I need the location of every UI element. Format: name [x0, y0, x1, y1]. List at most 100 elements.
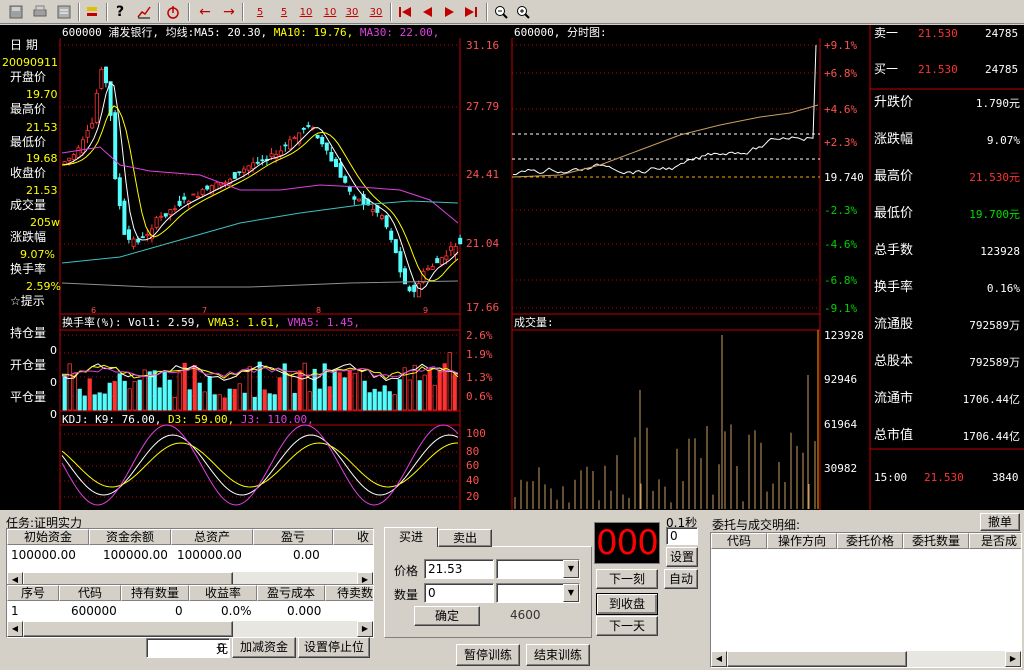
orders-header-1[interactable]: 操作方向: [767, 533, 837, 549]
power-icon[interactable]: [164, 3, 182, 21]
set-stop-button[interactable]: 设置停止位: [298, 637, 370, 658]
turnover-bar: [417, 380, 422, 411]
kdj-lines: [61, 424, 459, 506]
candle: [177, 200, 182, 206]
candle: [393, 239, 398, 254]
step-fwd-5-button[interactable]: 5: [274, 3, 294, 21]
holdings-header-2[interactable]: 持有数量: [121, 585, 189, 601]
turnover-bar: [267, 393, 272, 411]
orders-header-0[interactable]: 代码: [711, 533, 767, 549]
cancel-order-button[interactable]: 撤单: [980, 513, 1020, 531]
quote-row-label: 升跌价: [874, 95, 914, 110]
prev-icon[interactable]: [418, 3, 436, 21]
chevron-down-icon[interactable]: ▼: [563, 560, 579, 578]
turnover-bar: [352, 372, 357, 411]
scroll-left-icon[interactable]: ◀: [7, 621, 23, 637]
turnover-bar: [292, 392, 297, 411]
scroll-thumb[interactable]: [23, 621, 233, 637]
confirm-button[interactable]: 确定: [414, 606, 480, 626]
scroll-right-icon[interactable]: ▶: [357, 621, 373, 637]
scroll-left-icon[interactable]: ◀: [711, 651, 727, 667]
candle: [430, 266, 435, 270]
turnover-axis-0: 2.6%: [466, 329, 493, 342]
turnover-bar: [217, 394, 222, 411]
turnover-bar: [357, 369, 362, 411]
pos-hold-value: 0: [50, 344, 57, 357]
step-back-5-button[interactable]: 5: [250, 3, 270, 21]
candle: [320, 136, 325, 145]
scroll-right-icon[interactable]: ▶: [1005, 651, 1021, 667]
zoom-out-icon[interactable]: [492, 3, 510, 21]
account-header-3[interactable]: 盈亏: [253, 529, 333, 545]
to-close-button[interactable]: 到收盘: [596, 593, 658, 615]
pause-training-button[interactable]: 暂停训练: [456, 644, 520, 666]
toolbar: ? ← → 5 5 10 10 30 30: [0, 0, 1024, 24]
candle: [99, 69, 104, 89]
add-funds-button[interactable]: 加减资金: [232, 637, 296, 658]
interval-input[interactable]: 0: [666, 527, 698, 545]
arrow-left-icon[interactable]: ←: [196, 3, 214, 21]
first-icon[interactable]: [396, 3, 414, 21]
account-header-1[interactable]: 资金余额: [89, 529, 171, 545]
orders-header-4[interactable]: 是否成: [969, 533, 1021, 549]
last-icon[interactable]: [462, 3, 480, 21]
qty-input[interactable]: 0: [424, 583, 494, 603]
account-header-0[interactable]: 初始资金: [7, 529, 89, 545]
orders-header-3[interactable]: 委托数量: [903, 533, 969, 549]
arrow-right-icon[interactable]: →: [220, 3, 238, 21]
next-day-button[interactable]: 下一天: [596, 616, 658, 636]
holdings-scrollbar[interactable]: ◀ ▶: [7, 621, 373, 637]
candle: [379, 215, 384, 219]
turnover-bar: [312, 368, 317, 411]
pos-open-value: 0: [50, 376, 57, 389]
step-back-30-button[interactable]: 30: [342, 3, 362, 21]
price-input[interactable]: 21.53: [424, 559, 494, 579]
help-icon[interactable]: ?: [112, 3, 128, 21]
pos-hold-label: 持仓量: [10, 326, 47, 340]
holdings-header-1[interactable]: 代码: [59, 585, 121, 601]
candle: [384, 215, 389, 228]
play-icon[interactable]: [440, 3, 458, 21]
scroll-thumb[interactable]: [727, 651, 907, 667]
step-fwd-30-button[interactable]: 30: [366, 3, 386, 21]
kdj-title: KDJ: K9: 76.00, D3: 59.00, J3: 110.00,: [62, 413, 314, 426]
step-fwd-10-button[interactable]: 10: [320, 3, 340, 21]
calc-icon[interactable]: [56, 3, 72, 21]
tip-link[interactable]: ☆提示: [10, 295, 45, 307]
flag-icon[interactable]: [84, 3, 100, 21]
tab-buy[interactable]: 买进: [384, 527, 438, 547]
price-select[interactable]: ▼: [496, 559, 580, 579]
candle: [76, 147, 81, 158]
set-interval-button[interactable]: 设置: [666, 547, 698, 567]
orders-scrollbar[interactable]: ◀ ▶: [711, 651, 1021, 667]
holdings-header-3[interactable]: 收益率: [189, 585, 257, 601]
account-header-4[interactable]: 收: [333, 529, 373, 545]
chart-icon[interactable]: [136, 3, 152, 21]
qty-select[interactable]: ▼: [496, 583, 580, 603]
auto-button[interactable]: 自动: [664, 569, 698, 589]
candle: [168, 209, 173, 216]
info-open: 19.70: [26, 88, 58, 101]
chevron-down-icon[interactable]: ▼: [563, 584, 579, 602]
tab-sell[interactable]: 卖出: [438, 529, 492, 547]
save-icon[interactable]: [8, 3, 24, 21]
zoom-in-icon[interactable]: [514, 3, 532, 21]
candle: [458, 237, 463, 245]
next-tick-button[interactable]: 下一刻: [596, 569, 658, 589]
step-back-10-button[interactable]: 10: [296, 3, 316, 21]
end-training-button[interactable]: 结束训练: [526, 644, 590, 666]
quote-row-value: 21.530元: [969, 171, 1020, 184]
orders-header-2[interactable]: 委托价格: [837, 533, 903, 549]
account-header-2[interactable]: 总资产: [171, 529, 253, 545]
turnover-bar: [422, 374, 427, 411]
intraday-axis-up-2: +4.6%: [824, 103, 858, 116]
candle: [122, 200, 127, 235]
print-icon[interactable]: [32, 3, 48, 21]
turnover-bar: [252, 396, 257, 411]
holdings-header-5[interactable]: 待卖数: [325, 585, 373, 601]
turnover-bar: [222, 397, 227, 411]
holdings-header-0[interactable]: 序号: [7, 585, 59, 601]
quote-row-value: 19.700元: [969, 208, 1020, 221]
orders-table: 代码 操作方向 委托价格 委托数量 是否成 ◀ ▶: [710, 532, 1022, 668]
holdings-header-4[interactable]: 盈亏成本: [257, 585, 325, 601]
